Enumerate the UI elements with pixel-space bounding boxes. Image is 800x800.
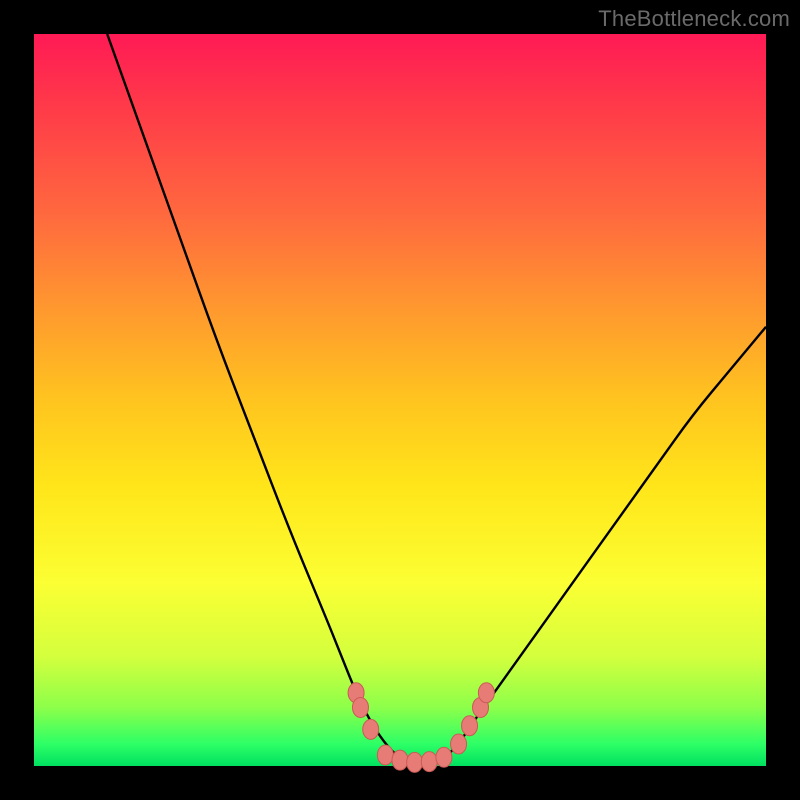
curve-marker	[451, 734, 467, 754]
bottleneck-curve-path	[107, 34, 766, 766]
curve-marker	[407, 752, 423, 772]
curve-marker	[462, 716, 478, 736]
watermark-text: TheBottleneck.com	[598, 6, 790, 32]
curve-marker	[436, 747, 452, 767]
curve-marker	[421, 752, 437, 772]
curve-marker	[392, 750, 408, 770]
curve-marker	[352, 697, 368, 717]
chart-frame: TheBottleneck.com	[0, 0, 800, 800]
curve-marker	[377, 745, 393, 765]
curve-marker	[478, 683, 494, 703]
curve-svg	[34, 34, 766, 766]
curve-markers	[348, 683, 494, 773]
curve-marker	[363, 719, 379, 739]
plot-area	[34, 34, 766, 766]
